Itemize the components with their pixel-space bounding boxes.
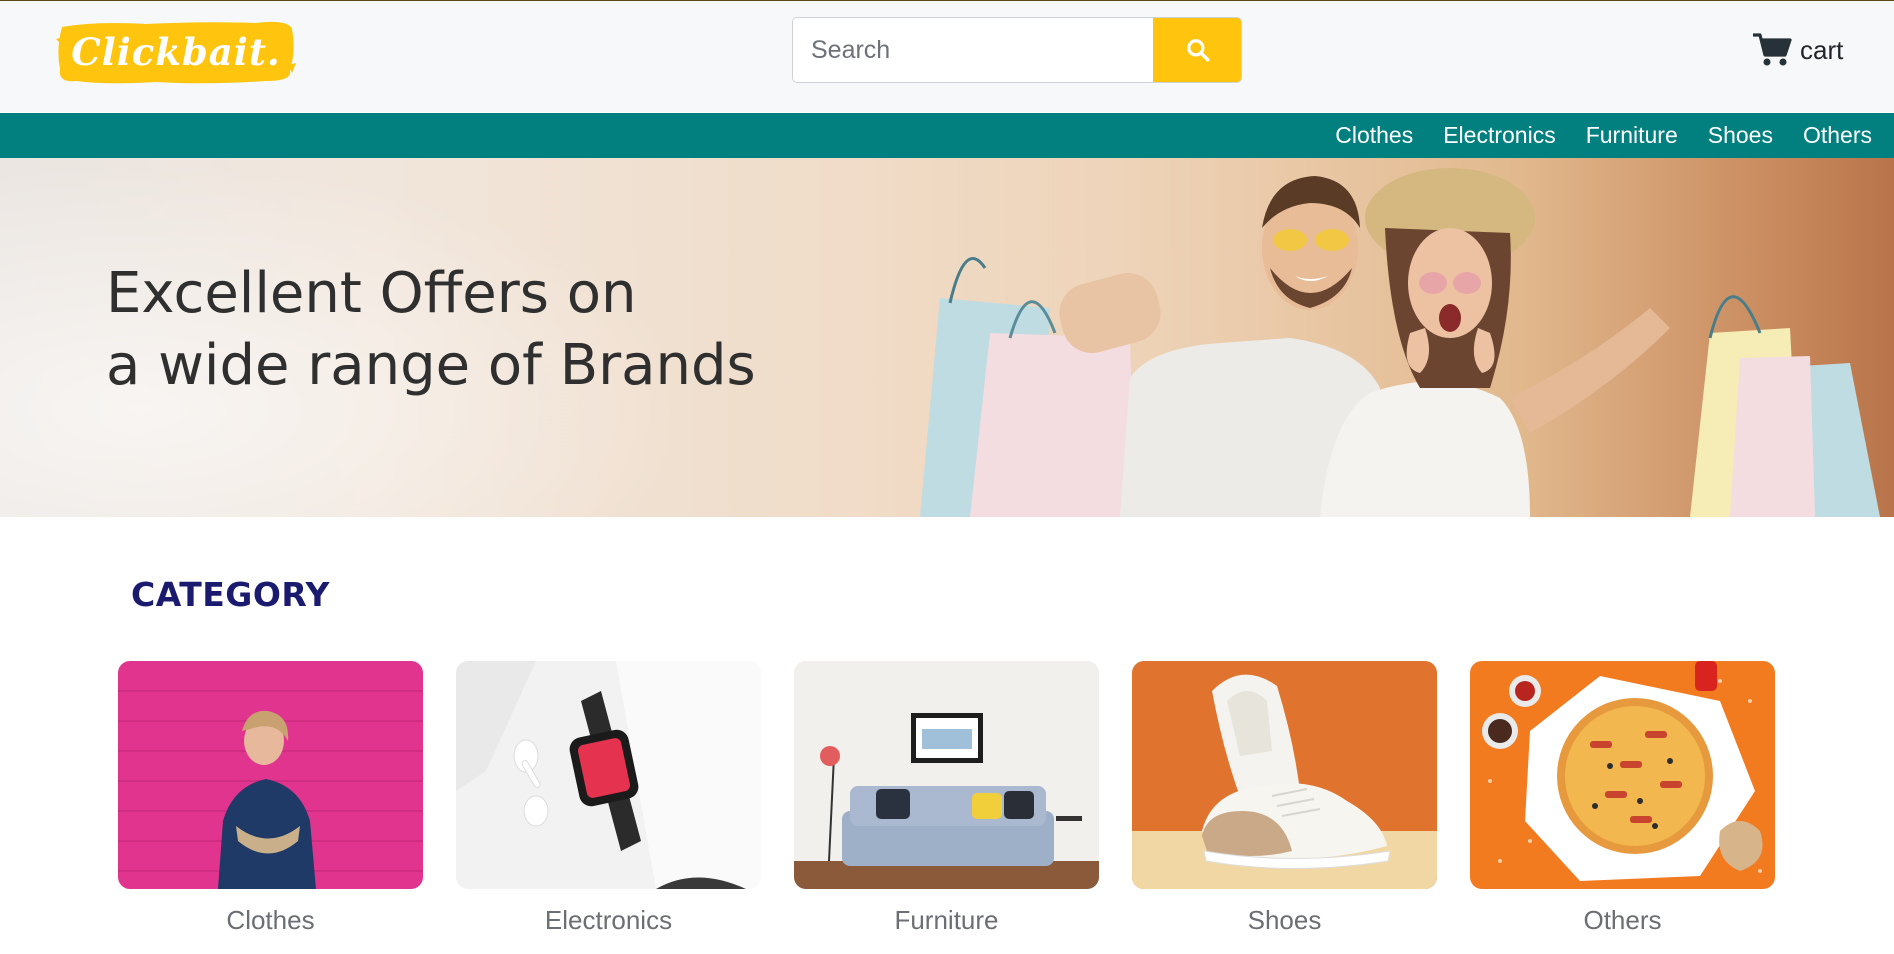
category-image-others [1470, 661, 1775, 889]
logo-text: Clickbait. [71, 30, 281, 74]
nav-item-electronics[interactable]: Electronics [1443, 122, 1555, 149]
banner-line-2: a wide range of Brands [106, 333, 756, 398]
category-label-others: Others [1583, 905, 1662, 935]
category-card-furniture[interactable]: Furniture [794, 661, 1099, 954]
banner-line-1: Excellent Offers on [106, 261, 637, 326]
site-header: Clickbait. cart [0, 1, 1894, 112]
search-button[interactable] [1153, 18, 1241, 82]
category-card-shoes[interactable]: Shoes [1132, 661, 1437, 954]
banner-headline: Excellent Offers on a wide range of Bran… [106, 258, 826, 402]
search-icon [1187, 39, 1210, 62]
cart-link[interactable]: cart [1752, 29, 1843, 71]
category-cards: Clothes Electronics Furniture Shoes Othe… [118, 661, 1778, 954]
cart-label: cart [1800, 34, 1844, 65]
shopping-couple-image [920, 168, 1880, 517]
category-heading: CATEGORY [131, 575, 330, 614]
nav-item-others[interactable]: Others [1803, 122, 1872, 149]
category-image-electronics [456, 661, 761, 889]
category-image-furniture [794, 661, 1099, 889]
hero-banner[interactable]: Excellent Offers on a wide range of Bran… [0, 158, 1894, 517]
search-input[interactable] [793, 18, 1153, 82]
logo[interactable]: Clickbait. [56, 19, 296, 85]
category-label-furniture: Furniture [894, 905, 999, 935]
cart-icon [1753, 33, 1792, 66]
category-label-shoes: Shoes [1247, 905, 1322, 935]
nav-item-clothes[interactable]: Clothes [1335, 122, 1413, 149]
category-label-electronics: Electronics [544, 905, 673, 935]
category-label-clothes: Clothes [226, 905, 315, 935]
nav-item-furniture[interactable]: Furniture [1586, 122, 1678, 149]
category-image-shoes [1132, 661, 1437, 889]
search-bar [792, 17, 1242, 83]
nav-item-shoes[interactable]: Shoes [1708, 122, 1773, 149]
category-card-electronics[interactable]: Electronics [456, 661, 761, 954]
category-image-clothes [118, 661, 423, 889]
category-card-others[interactable]: Others [1470, 661, 1775, 954]
category-nav: Clothes Electronics Furniture Shoes Othe… [0, 113, 1894, 158]
category-card-clothes[interactable]: Clothes [118, 661, 423, 954]
